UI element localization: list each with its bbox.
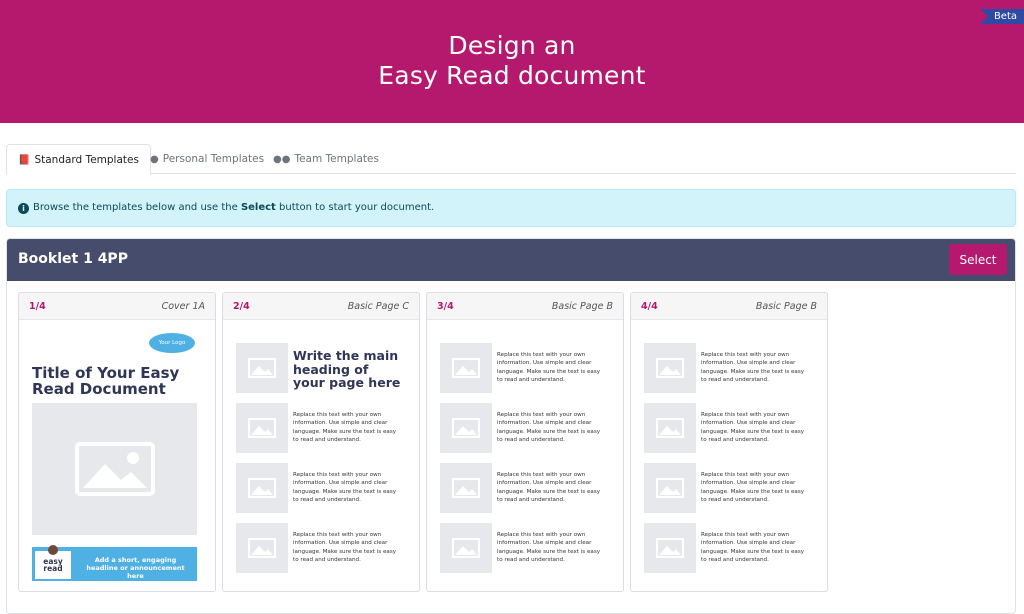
image-placeholder-icon	[644, 343, 696, 393]
template-panel: Booklet 1 4PP Select 1/4 Cover 1A Your Lo…	[6, 238, 1016, 614]
image-placeholder-icon	[440, 463, 492, 513]
logo-placeholder: Your Logo	[149, 333, 195, 353]
image-placeholder-icon	[236, 403, 288, 453]
tab-standard-templates[interactable]: 📕 Standard Templates	[6, 144, 151, 175]
tab-personal-templates[interactable]: ● Personal Templates	[139, 144, 275, 174]
body-text: Replace this text with your own informat…	[497, 532, 601, 564]
book-icon: 📕	[18, 155, 31, 166]
template-header: Booklet 1 4PP Select	[7, 239, 1015, 281]
info-alert: i Browse the templates below and use the …	[6, 189, 1016, 227]
page-number: 3/4	[437, 301, 454, 312]
page-title: Design an Easy Read document	[378, 31, 646, 90]
page-layout-name: Basic Page B	[551, 301, 613, 312]
select-button[interactable]: Select	[949, 244, 1007, 275]
page-number: 2/4	[233, 301, 250, 312]
page-preview-2[interactable]: 2/4 Basic Page C Write the main heading o…	[222, 292, 420, 592]
user-icon: ●	[150, 154, 159, 165]
template-tabs: 📕 Standard Templates ● Personal Templates …	[6, 144, 1016, 175]
info-icon: i	[18, 203, 29, 214]
page-layout-name: Basic Page B	[755, 301, 817, 312]
body-text: Replace this text with your own informat…	[293, 472, 397, 504]
image-placeholder-icon	[236, 463, 288, 513]
body-text: Replace this text with your own informat…	[293, 412, 397, 444]
tab-team-templates[interactable]: ●● Team Templates	[262, 144, 390, 174]
image-placeholder-icon	[440, 523, 492, 573]
beta-badge: Beta	[979, 9, 1024, 24]
image-placeholder-icon	[644, 523, 696, 573]
cover-title: Title of Your Easy Read Document	[32, 364, 180, 398]
page-heading: Write the main heading of your page here	[293, 348, 401, 390]
page-number: 1/4	[29, 301, 46, 312]
body-text: Replace this text with your own informat…	[701, 532, 805, 564]
body-text: Replace this text with your own informat…	[497, 352, 601, 384]
body-text: Replace this text with your own informat…	[701, 412, 805, 444]
easy-read-badge: easy read	[35, 545, 71, 579]
page-preview-cover[interactable]: 1/4 Cover 1A Your Logo Title of Your Easy…	[18, 292, 216, 592]
body-text: Replace this text with your own informat…	[293, 532, 397, 564]
page-layout-name: Basic Page C	[347, 301, 409, 312]
page-preview-4[interactable]: 4/4 Basic Page B Replace this text with y…	[630, 292, 828, 592]
cover-banner: easy read Add a short, engaging headline …	[32, 545, 197, 581]
body-text: Replace this text with your own informat…	[497, 472, 601, 504]
image-placeholder-icon	[236, 343, 288, 393]
page-preview-3[interactable]: 3/4 Basic Page B Replace this text with y…	[426, 292, 624, 592]
body-text: Replace this text with your own informat…	[701, 472, 805, 504]
image-placeholder-icon	[440, 343, 492, 393]
page-layout-name: Cover 1A	[161, 301, 205, 312]
body-text: Replace this text with your own informat…	[701, 352, 805, 384]
template-name: Booklet 1 4PP	[18, 251, 128, 267]
image-placeholder-icon	[32, 403, 197, 535]
page-number: 4/4	[641, 301, 658, 312]
image-placeholder-icon	[440, 403, 492, 453]
image-placeholder-icon	[644, 463, 696, 513]
image-placeholder-icon	[644, 403, 696, 453]
image-placeholder-icon	[236, 523, 288, 573]
page-header: Design an Easy Read document Beta	[0, 0, 1024, 123]
body-text: Replace this text with your own informat…	[497, 412, 601, 444]
users-icon: ●●	[273, 154, 291, 165]
